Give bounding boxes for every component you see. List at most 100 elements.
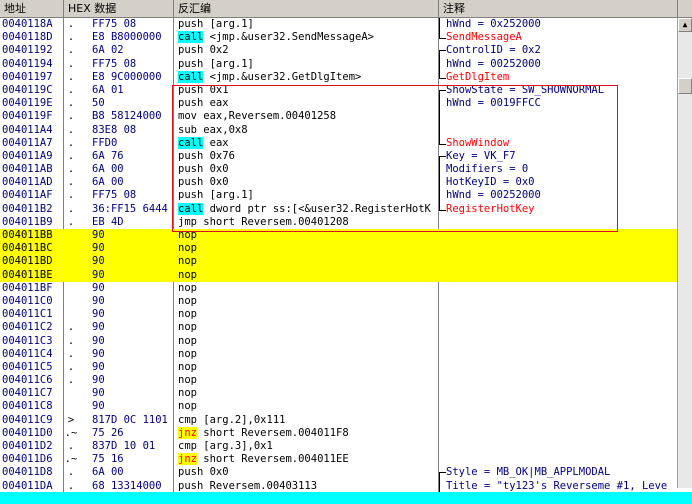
disassembly-cell: nop	[178, 282, 438, 295]
flow-marker: .	[67, 360, 75, 373]
flow-marker	[64, 400, 78, 413]
flow-marker: .~	[64, 453, 78, 466]
hex-cell: 90	[92, 268, 105, 281]
hex-cell: 90	[92, 255, 105, 268]
hex-cell: 6A 01	[92, 83, 124, 96]
instruction-keyword: call	[178, 31, 204, 44]
instruction-text: nop	[178, 347, 197, 360]
flow-marker: .	[67, 374, 75, 387]
instruction-text: push 0x1	[178, 83, 229, 96]
address-cell: 00401197	[2, 70, 53, 83]
column-header-disassembly[interactable]: 反汇编	[174, 0, 439, 17]
flow-marker: .	[67, 334, 75, 347]
flow-marker	[64, 229, 78, 242]
table-row[interactable]: 004011AF. FF75 08 push [arg.1] hWnd = 00252…	[0, 189, 678, 203]
bracket-line	[439, 136, 446, 145]
comment-cell: hWnd = 00252000	[446, 57, 541, 70]
table-row[interactable]: 00401192. 6A 02 push 0x2 ControlID = 0x2	[0, 44, 678, 59]
table-row[interactable]: 004011C7 90 nop	[0, 387, 678, 400]
address-cell: 004011C6	[2, 374, 53, 387]
column-header-comment[interactable]: 注释	[439, 0, 678, 17]
disassembly-cell: nop	[178, 348, 438, 361]
table-row[interactable]: 004011B2. 36:FF15 6444 call dword ptr ss:[…	[0, 202, 678, 216]
comment-cell	[446, 348, 678, 361]
table-row[interactable]: 004011C0 90 nop	[0, 295, 678, 308]
table-row[interactable]: 004011BD 90 nop	[0, 255, 678, 269]
table-row[interactable]: 00401194. FF75 08 push [arg.1] hWnd = 00252…	[0, 57, 678, 71]
table-row[interactable]: 004011C9 >817D 0C 1101 cmp [arg.2],0x111	[0, 414, 678, 427]
instruction-text: cmp [arg.2],0x111	[178, 413, 286, 426]
scroll-up-icon[interactable]: ▲	[678, 18, 692, 32]
flow-marker: .	[67, 479, 75, 492]
table-row[interactable]: 0040118D. E8 B8000000 call <jmp.&user32.Se…	[0, 31, 678, 44]
table-row[interactable]: 004011C5. 90 nop	[0, 361, 678, 374]
flow-marker: .	[67, 215, 75, 228]
scroll-thumb[interactable]	[678, 78, 692, 94]
disassembly-cell: nop	[178, 242, 438, 255]
flow-marker: .	[67, 347, 75, 360]
instruction-text: nop	[178, 294, 197, 307]
table-row[interactable]: 004011BF 90 nop	[0, 282, 678, 295]
hex-cell: 90	[92, 387, 105, 400]
table-row[interactable]: 004011AD. 6A 00 push 0x0 HotKeyID = 0x0	[0, 176, 678, 190]
table-row[interactable]: 004011C1 90 nop	[0, 308, 678, 321]
table-row[interactable]: 0040118A. FF75 08 push [arg.1] hWnd = 0x252…	[0, 18, 678, 32]
flow-marker: .	[67, 163, 75, 176]
table-row[interactable]: 004011C3. 90 nop	[0, 335, 678, 348]
instruction-text: mov eax,Reversem.00401258	[178, 110, 337, 123]
column-header-hex[interactable]: HEX 数据	[64, 0, 174, 17]
table-row[interactable]: 0040119E. 50 push eax hWnd = 0019FFCC	[0, 97, 678, 111]
instruction-text: push eax	[178, 97, 229, 110]
table-row[interactable]: 004011C4. 90 nop	[0, 348, 678, 361]
table-row[interactable]: 004011D0 .~ 75 26 jnz short Reversem.004011…	[0, 426, 678, 440]
comment-cell: Style = MB_OK|MB_APPLMODAL	[446, 466, 611, 479]
table-row[interactable]: 004011D6 .~ 75 16 jnz short Reversem.004011…	[0, 453, 678, 466]
address-cell: 004011A7	[2, 136, 53, 149]
table-row[interactable]: 004011BC 90 nop	[0, 242, 678, 256]
address-cell: 004011BF	[2, 281, 53, 294]
disassembly-listing[interactable]: 0040118A. FF75 08 push [arg.1] hWnd = 0x252…	[0, 18, 678, 493]
hex-cell: 83E8 08	[92, 123, 137, 136]
comment-cell	[446, 427, 678, 440]
table-row[interactable]: 004011C8 90 nop	[0, 400, 678, 413]
address-cell: 004011C2	[2, 321, 53, 334]
instruction-operand: short Reversem.004011F8	[196, 426, 349, 439]
instruction-text: nop	[178, 360, 197, 373]
table-row[interactable]: 004011BB 90 nop	[0, 229, 678, 243]
comment-cell	[446, 335, 678, 348]
comment-cell: ShowState = SW_SHOWNORMAL	[446, 83, 605, 96]
column-header-address[interactable]: 地址	[0, 0, 64, 17]
table-row[interactable]: 004011A7. FFD0 call eax ShowWindow	[0, 136, 678, 150]
disassembly-cell: call <jmp.&user32.SendMessageA>	[178, 31, 438, 44]
comment-cell	[446, 269, 678, 282]
hex-cell: 90	[92, 374, 105, 387]
table-row[interactable]: 004011C6. 90 nop	[0, 374, 678, 387]
disassembly-cell: sub eax,0x8	[178, 124, 438, 137]
comment-cell: RegisterHotKey	[446, 202, 535, 215]
table-row[interactable]: 004011D2. 837D 10 01 cmp [arg.3],0x1	[0, 440, 678, 453]
table-row[interactable]: 004011C2. 90 nop	[0, 321, 678, 334]
table-row[interactable]: 004011AB. 6A 00 push 0x0 Modifiers = 0	[0, 163, 678, 177]
vertical-scrollbar[interactable]: ▲	[677, 18, 692, 488]
instruction-text: push [arg.1]	[178, 18, 254, 30]
address-cell: 004011C5	[2, 360, 53, 373]
table-row[interactable]: 0040119C. 6A 01 push 0x1 ShowState = SW_SHO…	[0, 83, 678, 99]
table-row[interactable]: 0040119F. B8 58124000 mov eax,Reversem.004…	[0, 110, 678, 124]
table-row[interactable]: 004011A9. 6A 76 push 0x76 Key = VK_F7	[0, 150, 678, 165]
table-row[interactable]: 004011A4. 83E8 08 sub eax,0x8	[0, 123, 678, 137]
flow-marker: .	[67, 202, 75, 215]
table-row[interactable]: 004011BE 90 nop	[0, 268, 678, 282]
disassembly-cell: push 0x2	[178, 44, 438, 57]
disassembly-cell: call dword ptr ss:[<&user32.RegisterHotK	[178, 202, 438, 216]
table-row[interactable]: 00401197. E8 9C000000 call <jmp.&user32.Ge…	[0, 70, 678, 84]
table-row[interactable]: 004011DA. 68 13314000 push Reversem.004031…	[0, 479, 678, 493]
table-row[interactable]: 004011B9. EB 4D jmp short Reversem.0040120…	[0, 216, 678, 229]
table-row[interactable]: 004011D8. 6A 00 push 0x0 Style = MB_OK|MB_A…	[0, 466, 678, 481]
flow-marker	[64, 295, 78, 308]
bracket-line	[439, 479, 446, 493]
disassembly-cell: mov eax,Reversem.00401258	[178, 110, 438, 123]
instruction-text: push 0x0	[178, 163, 229, 176]
comment-cell: hWnd = 0019FFCC	[446, 97, 541, 110]
flow-marker: .	[67, 57, 75, 70]
disassembly-cell: nop	[178, 400, 438, 413]
